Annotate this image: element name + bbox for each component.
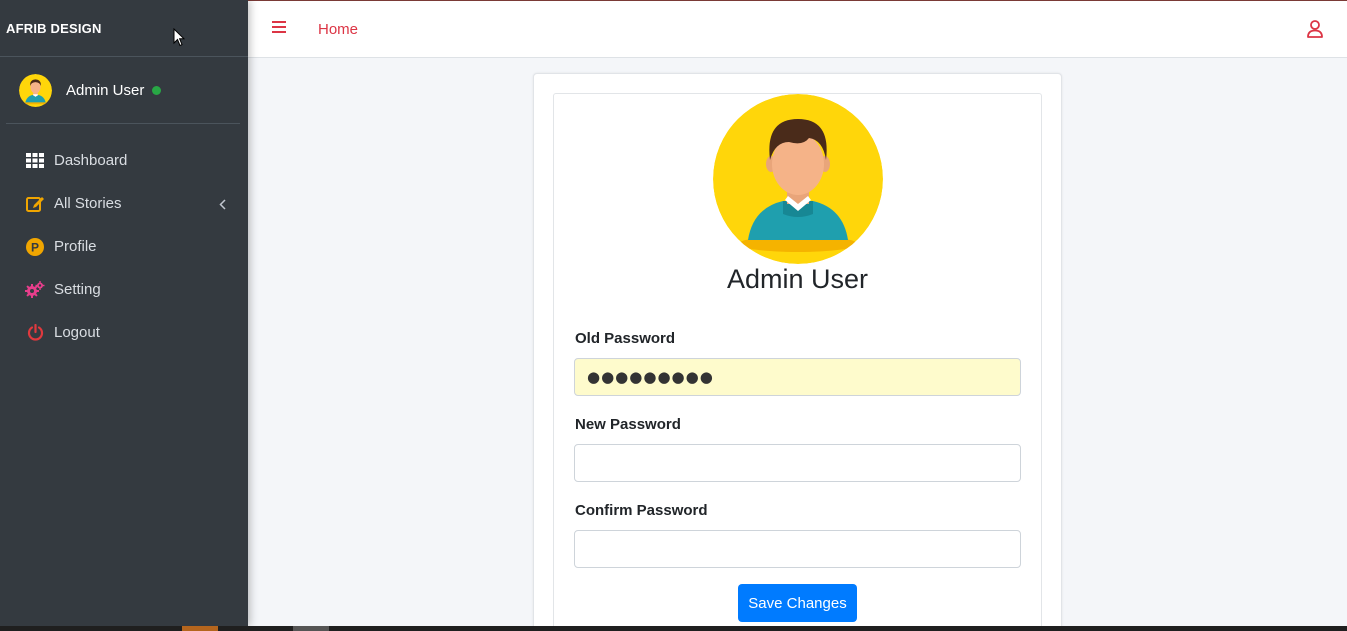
svg-text:P: P — [31, 240, 39, 254]
sidebar-item-all-stories[interactable]: All Stories — [0, 182, 248, 225]
brand-logo[interactable]: AFRIB DESIGN — [0, 0, 248, 57]
gears-icon — [25, 280, 45, 300]
profile-name: Admin User — [726, 264, 869, 294]
sidebar-user-name: Admin User — [66, 81, 145, 99]
sidebar-item-logout[interactable]: Logout — [0, 311, 248, 354]
avatar — [19, 73, 52, 107]
new-password-label: New Password — [575, 416, 681, 433]
mouse-cursor-icon — [173, 27, 186, 52]
power-icon — [25, 323, 45, 343]
old-password-field[interactable]: ●●●●●●●●● — [574, 358, 1021, 396]
online-status-dot — [152, 85, 162, 95]
sidebar-nav: Dashboard All Stories P Profile Setting … — [0, 139, 248, 354]
menu-toggle-icon[interactable] — [272, 21, 286, 34]
sidebar-item-setting[interactable]: Setting — [0, 268, 248, 311]
sidebar-user-panel[interactable]: Admin User — [6, 57, 240, 124]
user-icon[interactable] — [1307, 20, 1325, 40]
confirm-password-label: Confirm Password — [575, 502, 708, 519]
edit-icon — [25, 194, 45, 214]
sidebar-item-label: All Stories — [54, 195, 122, 212]
os-taskbar — [0, 626, 1347, 631]
old-password-label: Old Password — [575, 330, 676, 347]
profile-p-icon: P — [25, 237, 45, 257]
sidebar-item-label: Setting — [54, 281, 101, 298]
sidebar: AFRIB DESIGN Admin User Dashboard All St… — [0, 0, 248, 626]
save-changes-button[interactable]: Save Changes — [738, 584, 857, 622]
taskbar-app[interactable] — [293, 626, 329, 631]
new-password-field[interactable] — [574, 444, 1021, 482]
sidebar-item-label: Dashboard — [54, 152, 128, 169]
sidebar-item-profile[interactable]: P Profile — [0, 225, 248, 268]
top-navbar: Home — [248, 0, 1347, 58]
sidebar-item-dashboard[interactable]: Dashboard — [0, 139, 248, 182]
taskbar-app[interactable] — [182, 626, 218, 631]
confirm-password-field[interactable] — [574, 530, 1021, 568]
home-link[interactable]: Home — [318, 21, 358, 38]
sidebar-item-label: Logout — [54, 324, 100, 341]
grid-icon — [25, 151, 45, 171]
chevron-left-icon — [219, 197, 226, 214]
profile-avatar — [713, 94, 883, 264]
sidebar-item-label: Profile — [54, 238, 97, 255]
